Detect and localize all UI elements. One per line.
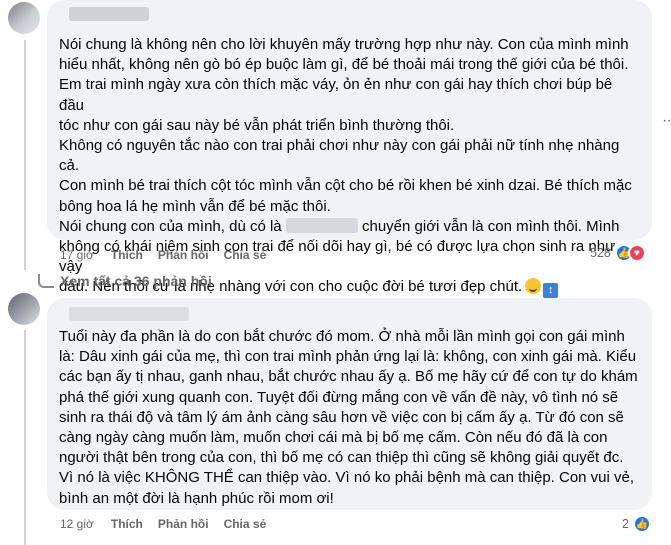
view-all-replies-label: Xem tất cả 36 phản hồi — [60, 273, 212, 289]
thread-line — [24, 40, 26, 270]
comment-bubble: Nói chung là không nên cho lời khuyên mấ… — [47, 0, 652, 299]
like-button[interactable]: Thích — [111, 248, 143, 262]
comment-timestamp[interactable]: 12 giờ — [60, 517, 94, 531]
reaction-count: 2 — [622, 517, 629, 531]
like-button[interactable]: Thích — [111, 517, 143, 531]
more-options-icon[interactable]: ··· — [662, 112, 671, 130]
view-all-replies-link[interactable]: Xem tất cả 36 phản hồi — [38, 273, 212, 289]
love-reaction-icon: ♥ — [627, 244, 646, 262]
commenter-name-redacted[interactable] — [69, 307, 189, 321]
up-down-arrow-emoji-icon: ↕ — [543, 283, 559, 299]
comment-actions: 17 giờ Thích Phản hồi Chia sẻ — [60, 248, 266, 262]
reaction-summary[interactable]: 2 👍 — [622, 515, 651, 533]
smile-emoji-icon — [525, 278, 542, 295]
reply-button[interactable]: Phản hồi — [158, 517, 209, 531]
reaction-count: 528 — [590, 246, 611, 260]
comment-bubble: Tuổi này đa phần là do con bắt chước đó … — [47, 298, 652, 510]
comment-text-part: Nói chung là không nên cho lời khuyên mấ… — [59, 36, 632, 235]
comment-text: Tuổi này đa phần là do con bắt chước đó … — [59, 328, 638, 507]
commenter-name-redacted[interactable] — [69, 7, 149, 21]
redacted-text — [285, 217, 358, 233]
share-button[interactable]: Chia sẻ — [224, 248, 267, 262]
like-reaction-icon: 👍 — [632, 515, 651, 533]
thread-line — [24, 330, 26, 545]
reaction-summary[interactable]: 528 👍 ♥ — [590, 244, 646, 262]
share-button[interactable]: Chia sẻ — [224, 517, 267, 531]
reply-button[interactable]: Phản hồi — [158, 248, 209, 262]
avatar[interactable] — [8, 2, 40, 34]
comment-actions: 12 giờ Thích Phản hồi Chia sẻ — [60, 517, 266, 531]
comment-timestamp[interactable]: 17 giờ — [60, 248, 94, 262]
reply-arrow-icon — [38, 274, 54, 288]
avatar[interactable] — [8, 293, 40, 325]
